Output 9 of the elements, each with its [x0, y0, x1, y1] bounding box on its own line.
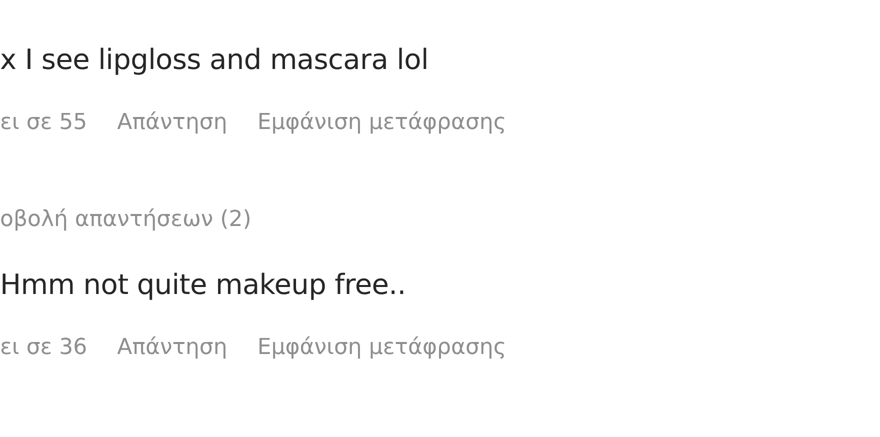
comment-time: ει σε 36 — [0, 334, 88, 362]
comment-time: ει σε 55 — [0, 109, 88, 137]
show-translation-link[interactable]: Εμφάνιση μετάφρασης — [257, 330, 506, 366]
view-replies-link[interactable]: οβολή απαντήσεων (2) — [0, 202, 252, 238]
show-translation-link[interactable]: Εμφάνιση μετάφρασης — [257, 105, 506, 141]
reply-link[interactable]: Απάντηση — [117, 330, 228, 366]
comment-text: x I see lipgloss and mascara lol — [0, 42, 430, 78]
comment-text: Hmm not quite makeup free.. — [0, 267, 407, 303]
reply-link[interactable]: Απάντηση — [117, 105, 228, 141]
